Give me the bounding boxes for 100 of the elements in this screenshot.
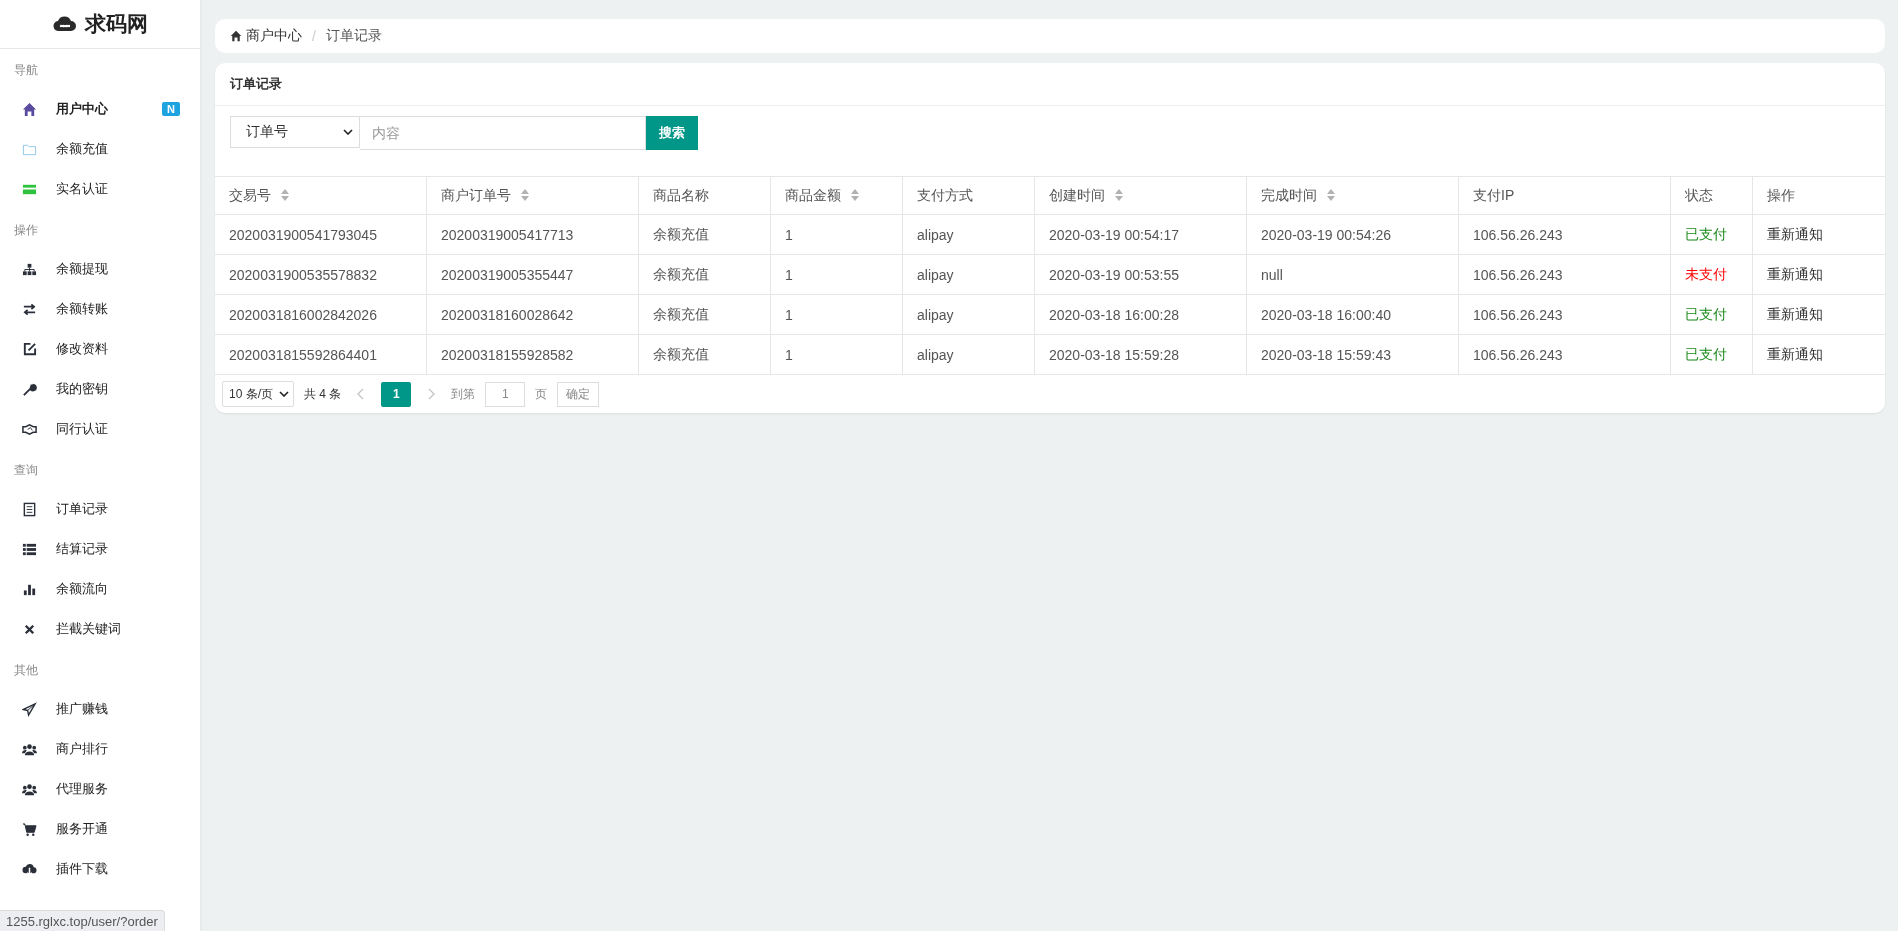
table-cell: alipay (902, 254, 1035, 295)
chevron-down-icon (279, 391, 289, 397)
page-size-select[interactable]: 10 条/页 (222, 381, 294, 407)
nav-item[interactable]: 我的密钥 (0, 369, 200, 409)
nav-item[interactable]: 推广赚钱 (0, 689, 200, 729)
card-title: 订单记录 (215, 63, 1885, 106)
nav-item[interactable]: 实名认证 (0, 169, 200, 209)
status-url: 1255.rglxc.top/user/?order (0, 910, 165, 931)
list-icon (22, 541, 37, 557)
sitemap-icon (22, 261, 37, 277)
table-cell: 106.56.26.243 (1458, 294, 1671, 335)
paper-plane-icon (22, 701, 37, 717)
list-icon (22, 501, 37, 517)
nav-item[interactable]: 余额转账 (0, 289, 200, 329)
table-cell: 1 (770, 254, 903, 295)
sort-icon (281, 188, 289, 201)
search-input[interactable]: 内容 (360, 116, 646, 150)
column-header: 支付方式 (902, 176, 1035, 215)
nav-item[interactable]: 插件下载 (0, 849, 200, 889)
column-header[interactable]: 商品金额 (770, 176, 903, 215)
table-cell: alipay (902, 214, 1035, 255)
table-cell: 2020-03-18 15:59:28 (1034, 334, 1247, 375)
column-header[interactable]: 完成时间 (1246, 176, 1459, 215)
breadcrumb-separator: / (312, 28, 316, 44)
table-cell: 20200319005417713 (426, 214, 639, 255)
column-header: 操作 (1752, 176, 1885, 215)
column-header[interactable]: 交易号 (215, 176, 427, 215)
table-cell: 20200318155928582 (426, 334, 639, 375)
nav-item[interactable]: 服务开通 (0, 809, 200, 849)
page-button[interactable]: 1 (381, 381, 412, 407)
table-cell: 余额充值 (638, 294, 771, 335)
status-cell: 已支付 (1670, 294, 1753, 335)
nav-item[interactable]: 余额充值 (0, 129, 200, 169)
edit-icon (22, 341, 37, 357)
total-count: 共 4 条 (304, 385, 342, 403)
renotify-link[interactable]: 重新通知 (1767, 345, 1823, 362)
status-cell: 已支付 (1670, 214, 1753, 255)
table-cell: 2020031816002842026 (215, 294, 427, 335)
nav-item[interactable]: 代理服务 (0, 769, 200, 809)
nav-item[interactable]: 同行认证 (0, 409, 200, 449)
table-cell: 20200319005355447 (426, 254, 639, 295)
sort-icon (521, 188, 529, 201)
home-icon (22, 101, 37, 117)
users-icon (22, 781, 37, 797)
renotify-link[interactable]: 重新通知 (1767, 225, 1823, 242)
swap-arrows-icon (22, 301, 37, 317)
table-cell: 2020-03-18 15:59:43 (1246, 334, 1459, 375)
users-icon (22, 741, 37, 757)
table-cell: 106.56.26.243 (1458, 334, 1671, 375)
goto-label: 到第 (451, 385, 476, 403)
table-cell: 余额充值 (638, 214, 771, 255)
nav-item[interactable]: 余额流向 (0, 569, 200, 609)
nav-item[interactable]: 修改资料 (0, 329, 200, 369)
table-cell: 106.56.26.243 (1458, 254, 1671, 295)
table-cell: 1 (770, 334, 903, 375)
table-cell: alipay (902, 294, 1035, 335)
column-header: 状态 (1670, 176, 1753, 215)
column-header: 商品名称 (638, 176, 771, 215)
table-cell: 2020031815592864401 (215, 334, 427, 375)
renotify-link[interactable]: 重新通知 (1767, 265, 1823, 282)
table-cell: 20200318160028642 (426, 294, 639, 335)
nav-item[interactable]: 用户中心 N (0, 89, 200, 129)
renotify-link[interactable]: 重新通知 (1767, 305, 1823, 322)
nav-item[interactable]: 拦截关键词 (0, 609, 200, 649)
table-cell: 2020-03-19 00:53:55 (1034, 254, 1247, 295)
sort-icon (1327, 188, 1335, 201)
column-header[interactable]: 创建时间 (1034, 176, 1247, 215)
breadcrumb-link[interactable]: 订单记录 (325, 27, 382, 45)
column-header[interactable]: 商户订单号 (426, 176, 639, 215)
status-cell: 未支付 (1670, 254, 1753, 295)
section-heading: 操作 (13, 222, 39, 239)
chevron-down-icon (343, 129, 353, 135)
table-cell: alipay (902, 334, 1035, 375)
sort-icon (1115, 188, 1123, 201)
table-cell: 2020031900535578832 (215, 254, 427, 295)
cart-icon (22, 821, 37, 837)
table-cell: 2020-03-18 16:00:40 (1246, 294, 1459, 335)
table-cell: 106.56.26.243 (1458, 214, 1671, 255)
status-cell: 已支付 (1670, 334, 1753, 375)
home-icon (230, 30, 242, 42)
table-cell: 余额充值 (638, 334, 771, 375)
search-button[interactable]: 搜索 (646, 116, 698, 150)
table-cell: 2020-03-19 00:54:26 (1246, 214, 1459, 255)
table-cell: null (1246, 254, 1459, 295)
breadcrumb-link[interactable]: 商户中心 (230, 27, 302, 45)
logo-text: 求码网 (84, 11, 148, 37)
nav-item[interactable]: 订单记录 (0, 489, 200, 529)
sort-icon (851, 188, 859, 201)
new-badge: N (162, 102, 180, 116)
nav-item[interactable]: 余额提现 (0, 249, 200, 289)
page-input[interactable]: 1 (485, 381, 526, 407)
confirm-button[interactable]: 确定 (557, 381, 600, 407)
table-cell: 2020-03-19 00:54:17 (1034, 214, 1247, 255)
table-cell: 2020031900541793045 (215, 214, 427, 255)
page-unit-label: 页 (535, 385, 548, 403)
cloud-download-icon (22, 861, 37, 877)
field-select[interactable]: 订单号 (230, 116, 360, 148)
nav-item[interactable]: 商户排行 (0, 729, 200, 769)
section-heading: 导航 (13, 62, 39, 79)
nav-item[interactable]: 结算记录 (0, 529, 200, 569)
